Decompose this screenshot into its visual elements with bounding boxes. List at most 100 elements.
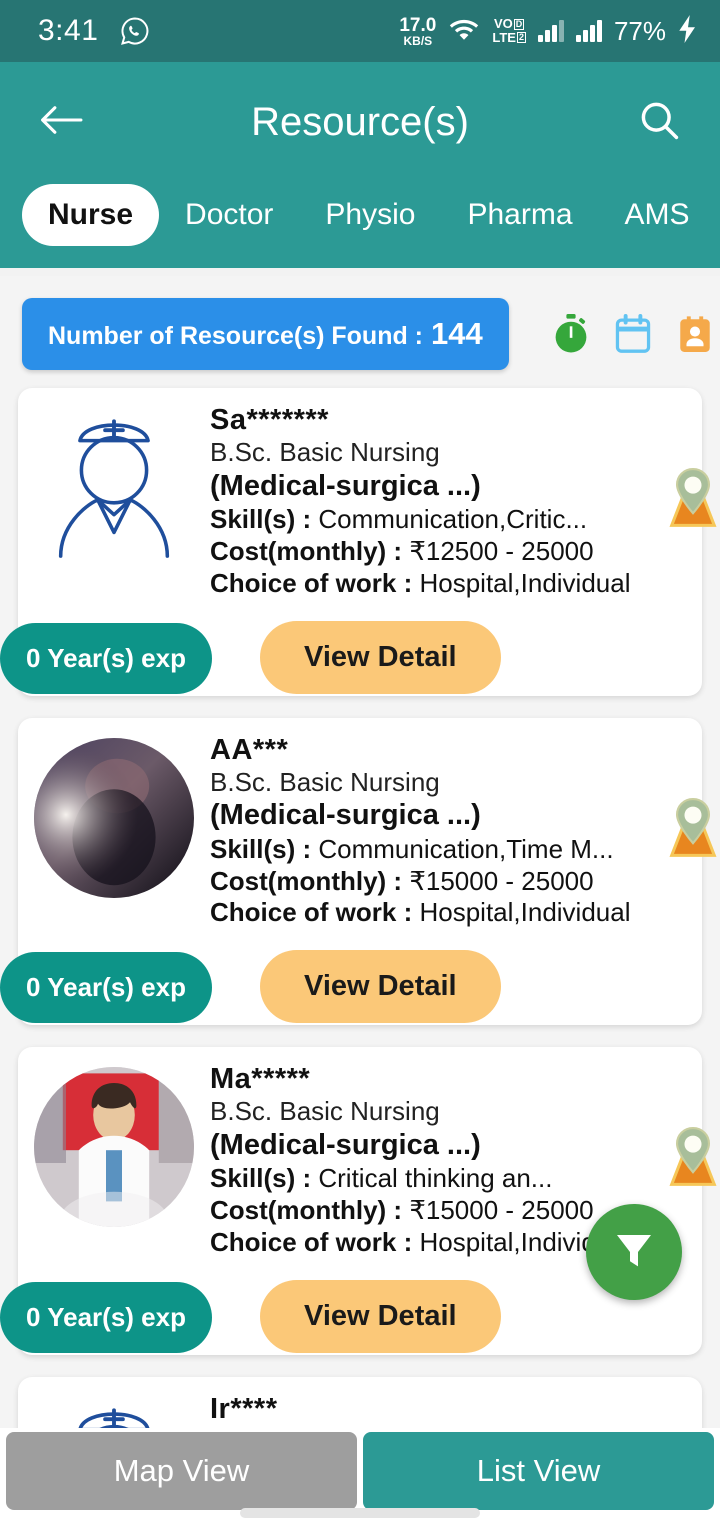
tab-physio[interactable]: Physio xyxy=(299,184,441,246)
view-detail-button[interactable]: View Detail xyxy=(260,620,501,694)
experience-badge: 0 Year(s) exp xyxy=(0,622,212,694)
back-button[interactable] xyxy=(34,95,88,149)
volte-indicator: VO D LTE 2 xyxy=(492,17,526,44)
avatar xyxy=(18,732,210,930)
status-bar: 3:41 17.0 KB/S VO D LTE 2 77% xyxy=(0,0,720,62)
view-detail-button[interactable]: View Detail xyxy=(260,1279,501,1353)
cost-value: ₹15000 - 25000 xyxy=(409,865,594,896)
status-bar-right: 17.0 KB/S VO D LTE 2 77% xyxy=(399,14,698,48)
resource-card[interactable]: Sa******* B.Sc. Basic Nursing (Medical-s… xyxy=(0,388,717,696)
skills-value: Communication,Time M... xyxy=(318,833,614,864)
resource-name: Sa******* xyxy=(210,404,329,436)
skills-label: Skill(s) : xyxy=(210,1163,312,1194)
avatar-photo xyxy=(34,737,194,898)
header-top-row: Resource(s) xyxy=(0,82,720,162)
card-info: AA*** B.Sc. Basic Nursing (Medical-surgi… xyxy=(210,732,645,930)
status-bar-left: 3:41 xyxy=(38,14,399,48)
resource-skills-row: Skill(s) : Communication,Time M... xyxy=(210,834,631,866)
nurse-illustration-icon xyxy=(39,408,189,600)
resource-qualification: B.Sc. Basic Nursing xyxy=(210,766,440,797)
nurse-illustration-icon xyxy=(39,1397,189,1428)
card-info: Ir**** B. Sc 4TH YR (Medical-surgica ...… xyxy=(210,1391,645,1429)
location-pin-icon xyxy=(655,461,720,540)
card-body: Sa******* B.Sc. Basic Nursing (Medical-s… xyxy=(18,388,717,600)
resource-skills-row: Skill(s) : Critical thinking an... xyxy=(210,1163,631,1195)
network-speed-unit: KB/S xyxy=(403,33,433,48)
navigation-pill xyxy=(240,1508,480,1518)
filter-icon xyxy=(610,1226,658,1279)
skills-value: Communication,Critic... xyxy=(318,504,588,535)
resource-card[interactable]: Ir**** B. Sc 4TH YR (Medical-surgica ...… xyxy=(18,1376,702,1429)
resource-specialization: (Medical-surgica ...) xyxy=(210,799,481,832)
filter-fab-button[interactable] xyxy=(586,1204,682,1300)
network-speed-value: 17.0 xyxy=(399,14,437,36)
choice-value: Hospital,Individual xyxy=(419,897,631,928)
card-body: AA*** B.Sc. Basic Nursing (Medical-surgi… xyxy=(18,718,717,930)
resource-name: Ma***** xyxy=(210,1063,311,1095)
view-detail-button[interactable]: View Detail xyxy=(260,950,501,1023)
choice-label: Choice of work : xyxy=(210,567,413,598)
cost-value: ₹12500 - 25000 xyxy=(409,536,594,567)
volte-badge: D xyxy=(513,18,525,30)
resource-choice-row: Choice of work : Hospital,Individual xyxy=(210,1227,631,1259)
volte-bottom-label: LTE xyxy=(492,30,516,45)
resource-qualification: B.Sc. Basic Nursing xyxy=(210,1096,440,1127)
bottom-view-toggle: Map View List View xyxy=(0,1428,720,1520)
avatar xyxy=(18,1391,210,1428)
card-body: Ir**** B. Sc 4TH YR (Medical-surgica ...… xyxy=(18,1377,702,1429)
card-footer: 0 Year(s) exp View Detail xyxy=(0,933,702,1023)
resource-name: Ir**** xyxy=(210,1392,278,1425)
tab-ams[interactable]: AMS xyxy=(599,184,716,246)
skills-label: Skill(s) : xyxy=(210,504,312,535)
tab-nurse[interactable]: Nurse xyxy=(22,184,160,246)
resource-card[interactable]: AA*** B.Sc. Basic Nursing (Medical-surgi… xyxy=(0,717,717,1025)
contact-card-icon[interactable] xyxy=(677,314,713,354)
results-toolbar: Number of Resource(s) Found : 144 xyxy=(0,276,720,388)
skills-value: Critical thinking an... xyxy=(318,1163,553,1194)
app-header: Resource(s) Nurse Doctor Physio Pharma A… xyxy=(0,62,720,268)
card-info: Sa******* B.Sc. Basic Nursing (Medical-s… xyxy=(210,402,645,600)
location-pin-container[interactable] xyxy=(645,732,720,930)
signal-bars-sim2 xyxy=(575,20,602,42)
whatsapp-icon xyxy=(120,16,150,46)
location-pin-container[interactable] xyxy=(645,1391,720,1429)
resource-choice-row: Choice of work : Hospital,Individual xyxy=(210,897,631,929)
results-count-badge[interactable]: Number of Resource(s) Found : 144 xyxy=(22,298,509,370)
resource-list-container[interactable]: Number of Resource(s) Found : 144 Sa****… xyxy=(0,276,720,1428)
card-info: Ma***** B.Sc. Basic Nursing (Medical-sur… xyxy=(210,1061,645,1259)
stopwatch-icon[interactable] xyxy=(553,314,589,354)
choice-label: Choice of work : xyxy=(210,1226,413,1257)
search-button[interactable] xyxy=(632,95,686,149)
network-speed: 17.0 KB/S xyxy=(399,16,436,47)
battery-percent: 77% xyxy=(613,15,666,46)
resource-cost-row: Cost(monthly) : ₹12500 - 25000 xyxy=(210,536,631,568)
wifi-icon xyxy=(448,16,480,47)
toolbar-icons xyxy=(553,314,713,354)
resource-cost-row: Cost(monthly) : ₹15000 - 25000 xyxy=(210,866,631,898)
signal-bars-sim1 xyxy=(537,20,564,42)
map-view-button[interactable]: Map View xyxy=(6,1432,357,1510)
resource-card[interactable]: Ma***** B.Sc. Basic Nursing (Medical-sur… xyxy=(0,1047,717,1355)
avatar xyxy=(18,1061,210,1259)
search-icon xyxy=(637,98,681,147)
skills-label: Skill(s) : xyxy=(210,833,312,864)
tab-doctor[interactable]: Doctor xyxy=(159,184,299,246)
choice-value: Hospital,Individual xyxy=(419,567,631,598)
tab-pharma[interactable]: Pharma xyxy=(441,184,598,246)
calendar-icon[interactable] xyxy=(615,314,651,354)
list-view-button[interactable]: List View xyxy=(363,1432,714,1510)
volte-sim-number: 2 xyxy=(516,32,526,44)
resource-choice-row: Choice of work : Hospital,Individual xyxy=(210,568,631,600)
resource-specialization: (Medical-surgica ...) xyxy=(210,469,481,502)
avatar-photo xyxy=(34,1067,194,1227)
resource-skills-row: Skill(s) : Communication,Critic... xyxy=(210,504,631,536)
location-pin-icon xyxy=(655,791,720,870)
resource-name: AA*** xyxy=(210,733,289,766)
resource-specialization: (Medical-surgica ...) xyxy=(210,1128,481,1161)
cost-value: ₹15000 - 25000 xyxy=(409,1195,594,1226)
choice-label: Choice of work : xyxy=(210,897,413,928)
results-count-label: Number of Resource(s) Found : xyxy=(48,322,424,350)
experience-badge: 0 Year(s) exp xyxy=(0,952,212,1023)
resource-cost-row: Cost(monthly) : ₹15000 - 25000 xyxy=(210,1195,631,1227)
location-pin-container[interactable] xyxy=(645,402,720,600)
